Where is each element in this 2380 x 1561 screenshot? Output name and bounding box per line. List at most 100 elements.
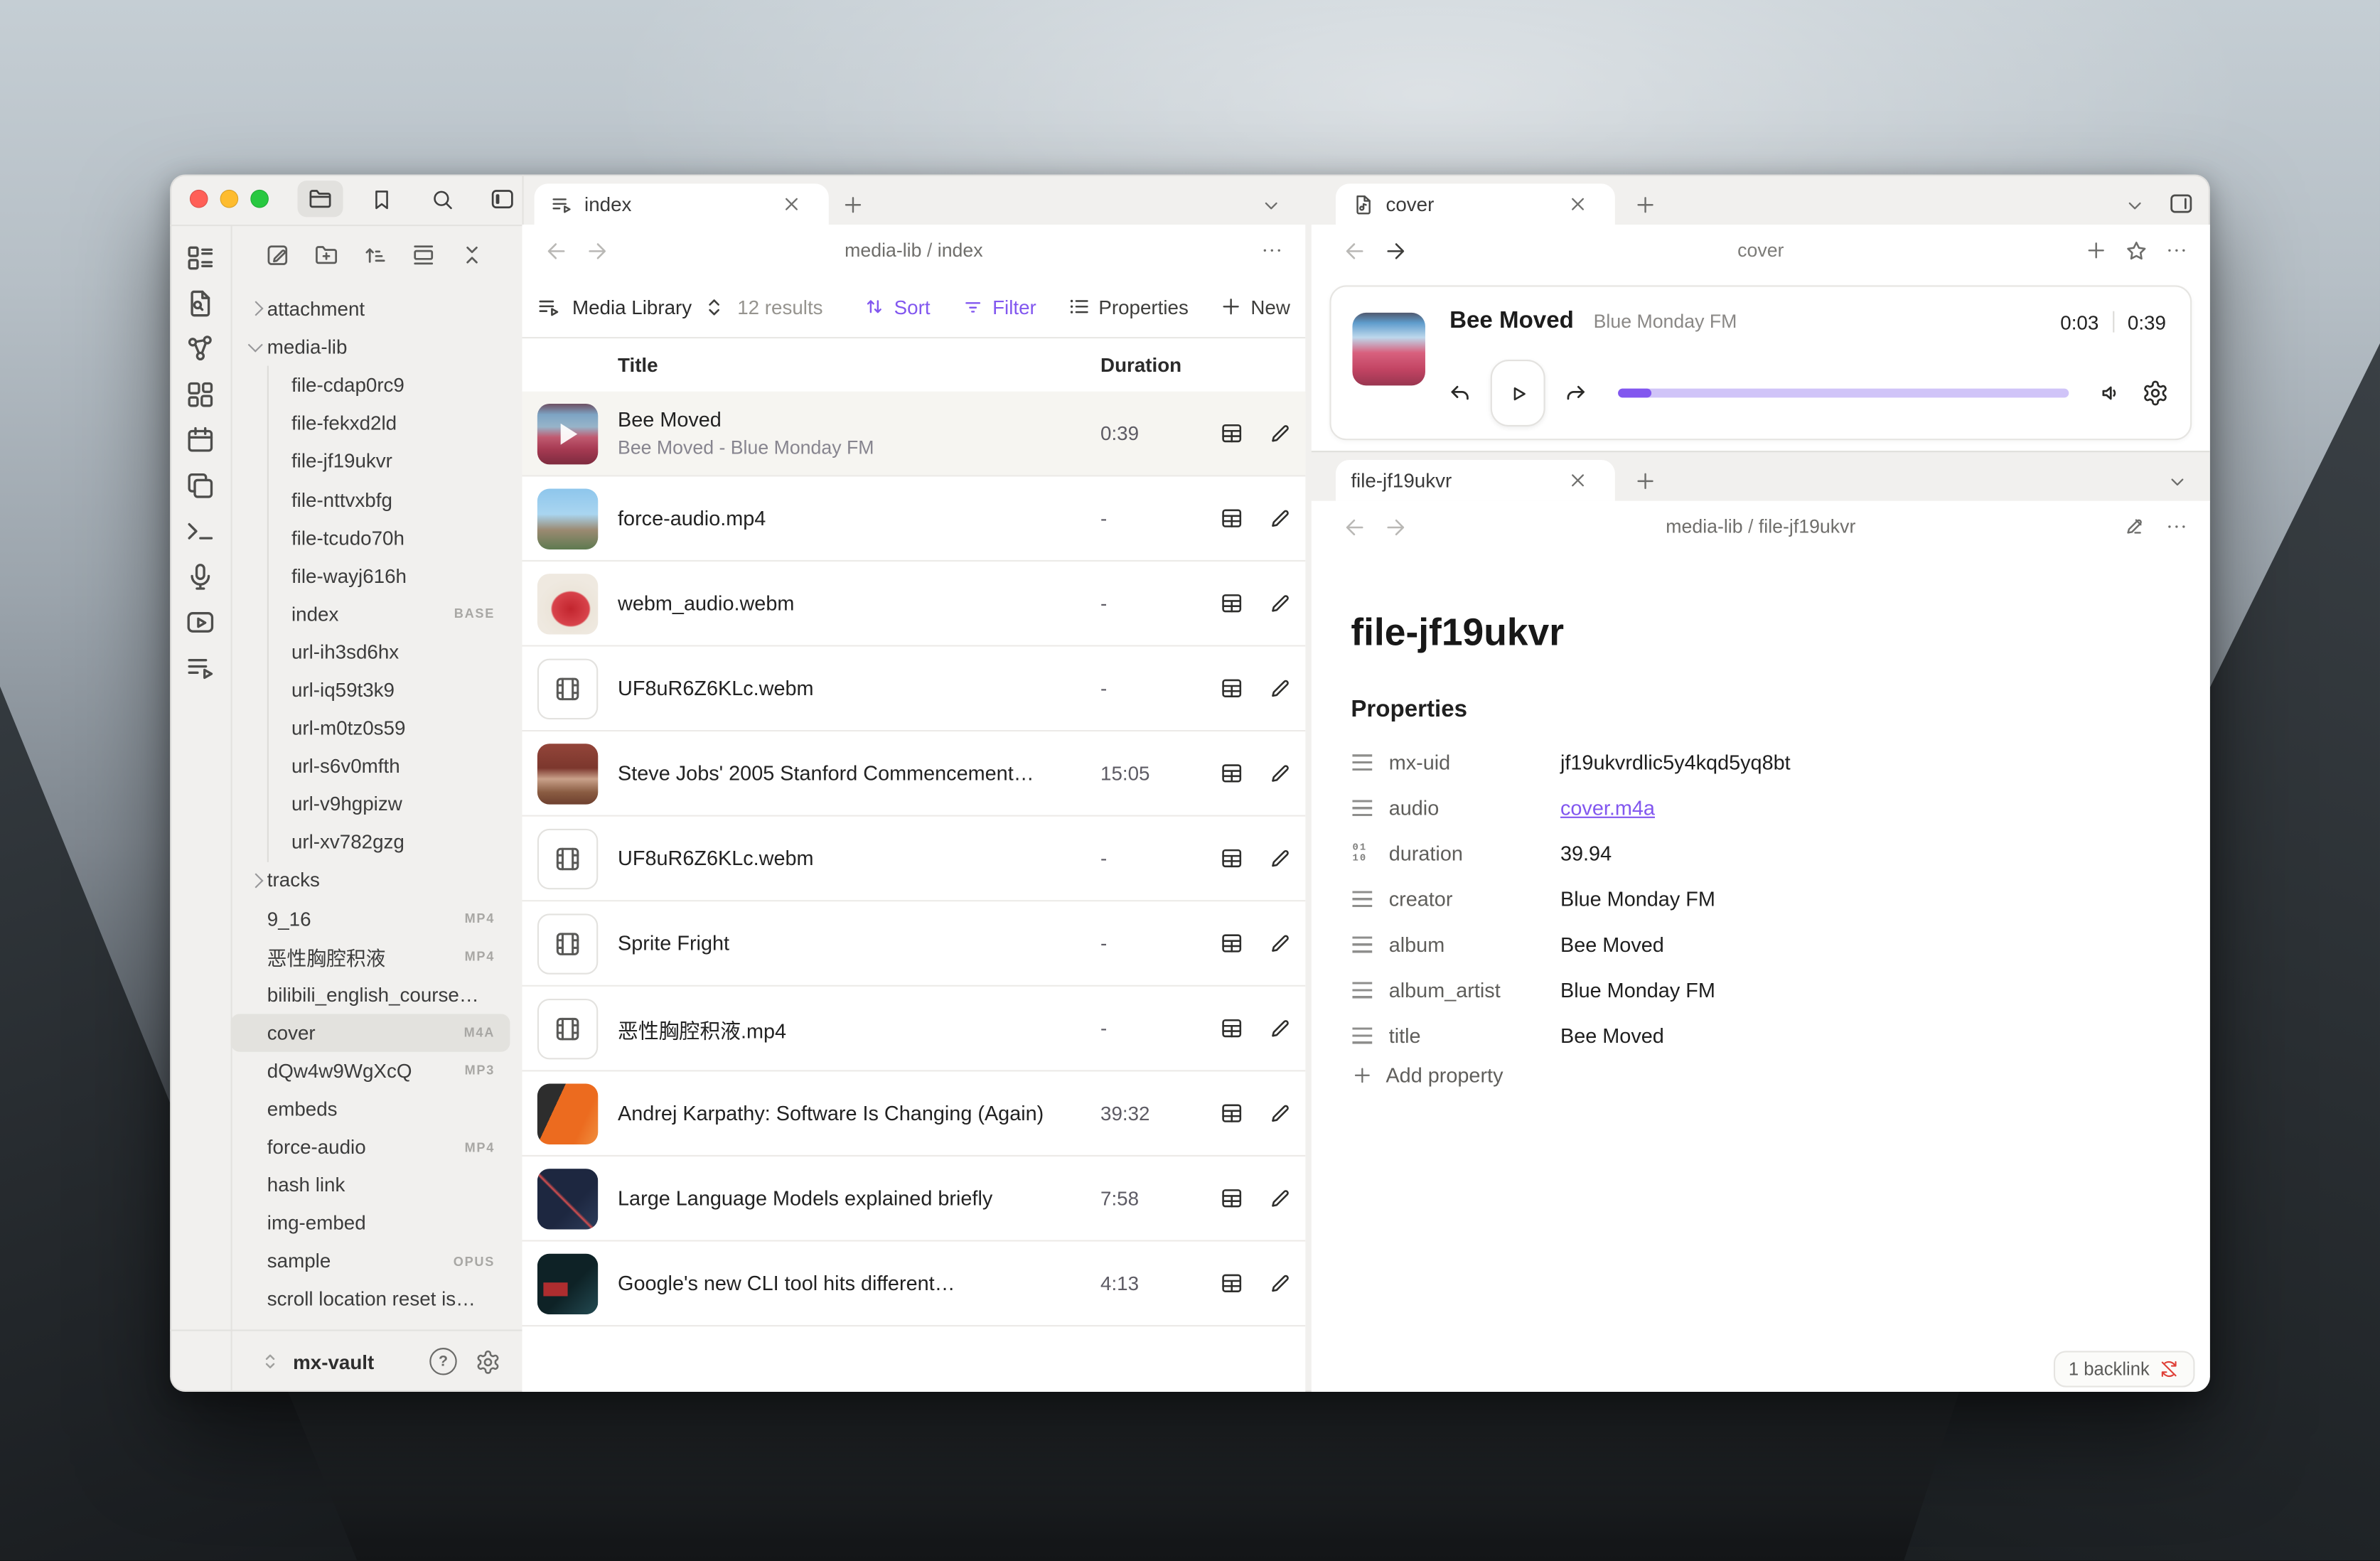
- table-row[interactable]: force-audio.mp4 -: [522, 476, 1306, 562]
- new-tab-button[interactable]: [841, 193, 865, 217]
- table-row[interactable]: Google's new CLI tool hits different… 4:…: [522, 1242, 1306, 1327]
- tab-index[interactable]: index: [535, 183, 829, 225]
- add-property-button[interactable]: Add property: [1351, 1064, 1503, 1087]
- bookmarks-button[interactable]: [358, 181, 404, 217]
- table-view-icon[interactable]: [1219, 1015, 1245, 1041]
- new-note-icon[interactable]: [264, 241, 291, 268]
- file-tree-item[interactable]: url-xv782gzg: [231, 823, 510, 862]
- property-name[interactable]: album_artist: [1389, 978, 1560, 1001]
- note-title[interactable]: file-jf19ukvr: [1351, 611, 1564, 655]
- property-name[interactable]: album: [1389, 933, 1560, 955]
- video-play-icon[interactable]: [183, 607, 217, 636]
- filter-button[interactable]: Filter: [960, 294, 1036, 318]
- property-row[interactable]: album Bee Moved: [1351, 921, 2149, 967]
- table-row[interactable]: UF8uR6Z6KLc.webm -: [522, 817, 1306, 902]
- back-arrow-icon[interactable]: [543, 237, 569, 263]
- property-row[interactable]: mx-uid jf19ukvrdlic5y4kqd5yq8bt: [1351, 739, 2149, 785]
- table-view-icon[interactable]: [1219, 505, 1245, 531]
- property-row[interactable]: title Bee Moved: [1351, 1012, 2149, 1058]
- tab-list-chevron-icon[interactable]: [2123, 194, 2146, 217]
- table-view-icon[interactable]: [1219, 1270, 1245, 1296]
- property-name[interactable]: creator: [1389, 887, 1560, 910]
- microphone-icon[interactable]: [183, 562, 217, 591]
- collapse-all-icon[interactable]: [459, 241, 486, 268]
- table-row[interactable]: Sprite Fright -: [522, 901, 1306, 987]
- table-view-icon[interactable]: [1219, 930, 1245, 956]
- table-view-icon[interactable]: [1219, 675, 1245, 701]
- breadcrumb[interactable]: media-lib / index: [522, 240, 1306, 261]
- file-tree-item[interactable]: force-audio MP4: [231, 1128, 510, 1166]
- file-tree-item[interactable]: file-cdap0rc9: [231, 366, 510, 404]
- tab-file-jf19ukvr[interactable]: file-jf19ukvr: [1336, 460, 1615, 501]
- file-tree-item[interactable]: img-embed: [231, 1204, 510, 1243]
- backlinks-badge[interactable]: 1 backlink: [2054, 1351, 2195, 1387]
- edit-pencil-icon[interactable]: [1267, 1015, 1293, 1041]
- file-tree-item[interactable]: 9_16 MP4: [231, 899, 510, 938]
- file-tree-item[interactable]: file-tcudo70h: [231, 518, 510, 557]
- property-link[interactable]: cover.m4a: [1560, 796, 1655, 819]
- forward-arrow-icon[interactable]: [584, 237, 610, 263]
- panel-right-icon[interactable]: [2167, 190, 2194, 217]
- file-tree-item[interactable]: url-m0tz0s59: [231, 709, 510, 747]
- copy-icon[interactable]: [183, 471, 217, 500]
- property-name[interactable]: duration: [1389, 842, 1560, 864]
- table-row[interactable]: Steve Jobs' 2005 Stanford Commencement… …: [522, 731, 1306, 817]
- file-tree-item[interactable]: file-wayj616h: [231, 557, 510, 595]
- dashboard-icon[interactable]: [183, 380, 217, 409]
- file-tree-item[interactable]: hash link: [231, 1166, 510, 1204]
- media-thumbnail[interactable]: [537, 1083, 598, 1143]
- edit-pencil-icon[interactable]: [1267, 505, 1293, 531]
- file-tree-item[interactable]: tracks: [231, 862, 510, 900]
- media-thumbnail[interactable]: [537, 998, 598, 1058]
- file-tree-item[interactable]: index BASE: [231, 594, 510, 633]
- more-options-icon[interactable]: [2165, 238, 2189, 262]
- file-tree-item[interactable]: 恶性胸腔积液 MP4: [231, 938, 510, 976]
- gallery-view-icon[interactable]: [410, 241, 437, 268]
- media-thumbnail[interactable]: [537, 573, 598, 633]
- media-thumbnail[interactable]: [537, 658, 598, 719]
- calendar-icon[interactable]: [183, 425, 217, 454]
- more-options-icon[interactable]: [2165, 515, 2189, 539]
- layout-list-icon[interactable]: [183, 243, 217, 272]
- toggle-left-sidebar-button[interactable]: [480, 181, 525, 217]
- property-value[interactable]: jf19ukvrdlic5y4kqd5yq8bt: [1560, 751, 1791, 773]
- table-view-icon[interactable]: [1219, 761, 1245, 786]
- media-thumbnail[interactable]: [537, 1253, 598, 1314]
- property-value[interactable]: Bee Moved: [1560, 1024, 1664, 1046]
- media-thumbnail[interactable]: [537, 828, 598, 889]
- column-header-title[interactable]: Title: [618, 353, 658, 375]
- file-tree-item[interactable]: url-s6v0mfth: [231, 747, 510, 785]
- property-value[interactable]: 39.94: [1560, 842, 1612, 864]
- table-row[interactable]: Large Language Models explained briefly …: [522, 1157, 1306, 1242]
- table-view-icon[interactable]: [1219, 420, 1245, 446]
- minimize-window-button[interactable]: [220, 190, 239, 208]
- close-window-button[interactable]: [190, 190, 208, 208]
- new-entry-button[interactable]: New: [1219, 294, 1290, 318]
- breadcrumb[interactable]: media-lib / file-jf19ukvr: [1312, 516, 2210, 537]
- file-tree-item[interactable]: media-lib: [231, 328, 510, 366]
- help-icon[interactable]: [429, 1348, 456, 1375]
- terminal-icon[interactable]: [183, 516, 217, 545]
- close-tab-icon[interactable]: [780, 193, 803, 215]
- table-view-icon[interactable]: [1219, 1186, 1245, 1211]
- new-tab-button[interactable]: [1633, 469, 1657, 493]
- properties-heading[interactable]: Properties: [1351, 697, 1467, 724]
- settings-gear-icon[interactable]: [475, 1348, 500, 1374]
- edit-pencil-icon[interactable]: [1267, 1270, 1293, 1296]
- edit-pencil-icon[interactable]: [1267, 761, 1293, 786]
- property-value[interactable]: Bee Moved: [1560, 933, 1664, 955]
- skip-back-icon[interactable]: [1447, 380, 1474, 407]
- file-search-icon[interactable]: [183, 289, 217, 318]
- edit-pencil-icon[interactable]: [1267, 930, 1293, 956]
- file-tree-item[interactable]: dQw4w9WgXcQ MP3: [231, 1051, 510, 1090]
- column-header-duration[interactable]: Duration: [1100, 353, 1181, 375]
- table-row[interactable]: 恶性胸腔积液.mp4 -: [522, 987, 1306, 1072]
- edit-pencil-icon[interactable]: [1267, 420, 1293, 446]
- file-tree-item[interactable]: embeds: [231, 1090, 510, 1128]
- new-tab-button[interactable]: [1633, 193, 1657, 217]
- file-tree-item[interactable]: bilibili_english_course…: [231, 975, 510, 1014]
- tab-list-chevron-icon[interactable]: [1260, 194, 1282, 217]
- file-tree-item[interactable]: attachment: [231, 290, 510, 328]
- property-name[interactable]: title: [1389, 1024, 1560, 1046]
- property-row[interactable]: audio cover.m4a: [1351, 785, 2149, 830]
